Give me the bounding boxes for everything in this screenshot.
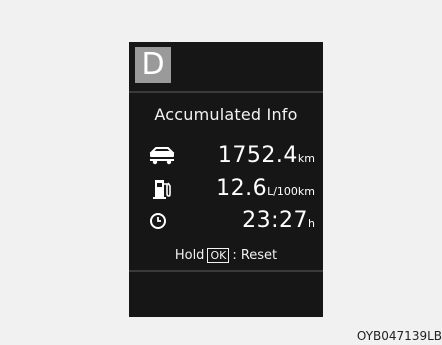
bottom-divider bbox=[129, 270, 323, 272]
fuel-row: 12.6L/100km bbox=[149, 176, 315, 202]
gear-indicator: D bbox=[135, 47, 171, 83]
time-value: 23:27 bbox=[242, 208, 309, 233]
distance-unit: km bbox=[297, 152, 315, 165]
time-row: 23:27h bbox=[149, 208, 315, 234]
page-title: Accumulated Info bbox=[154, 105, 298, 124]
distance-readout: 1752.4km bbox=[218, 143, 315, 172]
fuel-readout: 12.6L/100km bbox=[216, 176, 315, 205]
reset-prefix: Hold bbox=[174, 248, 205, 263]
reset-suffix: : Reset bbox=[232, 248, 278, 263]
fuel-value: 12.6 bbox=[216, 176, 268, 201]
figure-code: OYB047139LB bbox=[356, 329, 442, 343]
gear-letter: D bbox=[141, 47, 165, 82]
top-divider bbox=[129, 91, 323, 93]
reset-hint: Hold OK: Reset bbox=[129, 248, 323, 263]
car-icon bbox=[149, 145, 175, 169]
distance-row: 1752.4km bbox=[149, 143, 315, 169]
distance-value: 1752.4 bbox=[217, 143, 298, 168]
ok-key: OK bbox=[207, 248, 230, 263]
fuel-pump-icon bbox=[149, 178, 175, 204]
clock-icon bbox=[149, 210, 175, 236]
time-readout: 23:27h bbox=[242, 208, 315, 237]
cluster-display: D Accumulated Info 1752.4km 12.6L/100km … bbox=[129, 42, 323, 317]
fuel-unit: L/100km bbox=[267, 185, 315, 198]
time-unit: h bbox=[308, 217, 315, 230]
